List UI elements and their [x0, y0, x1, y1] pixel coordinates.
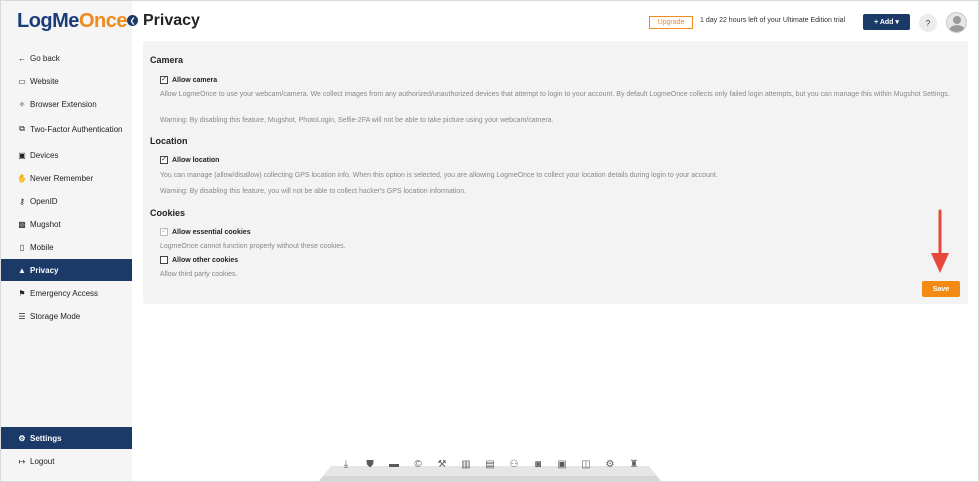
camera-section-title: Camera	[150, 55, 184, 65]
camera-description: Allow LogmeOnce to use your webcam/camer…	[160, 91, 950, 98]
allow-other-cookies-checkbox[interactable]	[160, 256, 168, 264]
sidebar-item-label: Website	[30, 76, 59, 86]
document-icon[interactable]: ▤	[483, 459, 497, 473]
add-dropdown-button[interactable]: + Add ▾	[863, 14, 910, 30]
sidebar-item-openid[interactable]: ⚷ OpenID	[1, 190, 132, 212]
red-arrow-annotation-icon	[931, 209, 949, 273]
allow-essential-cookies-label: Allow essential cookies	[172, 229, 251, 236]
sidebar-item-label: Mobile	[30, 242, 54, 252]
sidebar-item-label: Logout	[30, 456, 55, 466]
avatar-head-shape	[953, 16, 961, 24]
cards-icon[interactable]: ◫	[579, 459, 593, 473]
allow-camera-checkbox[interactable]: ✓	[160, 76, 168, 84]
sidebar: LogMeOnce ← Go back ▭ Website ✧ Browser …	[1, 1, 132, 481]
bottom-dock: ⤓ ⛊ ▬ © ⚒ ▥ ▤ ⚇ ◙ ▣ ◫ ⚙ ♜	[319, 456, 661, 481]
sidebar-item-settings[interactable]: ⚙ Settings	[1, 427, 132, 449]
dock-icon-row: ⤓ ⛊ ▬ © ⚒ ▥ ▤ ⚇ ◙ ▣ ◫ ⚙ ♜	[339, 459, 641, 473]
avatar-body-shape	[949, 25, 965, 32]
avatar[interactable]	[946, 12, 967, 33]
camera-warning: Warning: By disabling this feature, Mugs…	[160, 117, 554, 124]
allow-essential-cookies-checkbox: ✓	[160, 228, 168, 236]
app-window: LogMeOnce ← Go back ▭ Website ✧ Browser …	[0, 0, 979, 482]
arrow-left-icon: ←	[18, 53, 26, 63]
users-icon[interactable]: ⚇	[507, 459, 521, 473]
mobile-icon: ▯	[19, 242, 25, 252]
car-icon[interactable]: ◙	[531, 459, 545, 473]
monitor-phone-icon: ▣	[18, 150, 26, 160]
sidebar-item-browser-extension[interactable]: ✧ Browser Extension	[1, 93, 132, 115]
save-button[interactable]: Save	[922, 281, 960, 297]
sidebar-item-emergency-access[interactable]: ⚑ Emergency Access	[1, 282, 132, 304]
user-lock-icon: ▲	[18, 265, 26, 275]
sidebar-item-devices[interactable]: ▣ Devices	[1, 144, 132, 166]
help-button[interactable]: ?	[919, 14, 937, 32]
sidebar-item-label: Devices	[30, 150, 59, 160]
chevron-left-icon: ❮	[129, 17, 136, 25]
cookies-section-title: Cookies	[150, 208, 186, 218]
chart-icon[interactable]: ▥	[459, 459, 473, 473]
upgrade-button[interactable]: Upgrade	[649, 16, 693, 29]
sidebar-item-website[interactable]: ▭ Website	[1, 70, 132, 92]
sidebar-item-mugshot[interactable]: ▩ Mugshot	[1, 213, 132, 235]
sidebar-item-storage-mode[interactable]: ☰ Storage Mode	[1, 305, 132, 327]
sidebar-item-never-remember[interactable]: ✋ Never Remember	[1, 167, 132, 189]
window-icon: ▭	[18, 76, 26, 86]
allow-location-label[interactable]: Allow location	[172, 157, 219, 164]
sidebar-item-label: Two-Factor Authentication	[30, 124, 123, 134]
allow-other-cookies-label[interactable]: Allow other cookies	[172, 257, 238, 264]
collapse-sidebar-button[interactable]: ❮	[127, 15, 138, 26]
location-section-title: Location	[150, 136, 188, 146]
sidebar-item-two-factor[interactable]: ⧉ Two-Factor Authentication	[1, 118, 132, 140]
allow-camera-label[interactable]: Allow camera	[172, 77, 217, 84]
essential-cookies-description: LogmeOnce cannot function properly witho…	[160, 243, 346, 250]
shield-icon[interactable]: ⛊	[363, 459, 377, 473]
logo-text-part2: Once	[78, 10, 128, 32]
sidebar-item-label: Mugshot	[30, 219, 61, 229]
tools-icon[interactable]: ⚒	[435, 459, 449, 473]
puzzle-icon: ✧	[18, 99, 26, 109]
logo[interactable]: LogMeOnce	[17, 10, 127, 33]
sidebar-item-label: OpenID	[30, 196, 58, 206]
sidebar-item-label: Storage Mode	[30, 311, 81, 321]
database-icon: ☰	[18, 311, 26, 321]
gear-icon[interactable]: ⚙	[603, 459, 617, 473]
emergency-icon: ⚑	[18, 288, 26, 298]
key-icon: ⚷	[19, 196, 25, 206]
devices-icon: ⧉	[19, 124, 25, 133]
camera-icon: ▩	[18, 219, 26, 229]
allow-location-checkbox[interactable]: ✓	[160, 156, 168, 164]
sidebar-item-label: Never Remember	[30, 173, 94, 183]
sidebar-item-label: Emergency Access	[30, 288, 99, 298]
sidebar-item-label: Settings	[30, 433, 62, 443]
sidebar-item-label: Privacy	[30, 265, 59, 275]
logout-icon: ↦	[18, 456, 26, 466]
copyright-icon[interactable]: ©	[411, 459, 425, 473]
page-title: Privacy	[143, 12, 200, 29]
sidebar-item-mobile[interactable]: ▯ Mobile	[1, 236, 132, 258]
gear-icon: ⚙	[18, 433, 26, 443]
location-description: You can manage (allow/disallow) collecti…	[160, 172, 718, 179]
hand-icon: ✋	[17, 173, 27, 183]
sidebar-item-go-back[interactable]: ← Go back	[1, 47, 132, 69]
logo-text-part1: LogMe	[17, 10, 79, 32]
download-icon[interactable]: ⤓	[339, 459, 353, 473]
sidebar-item-label: Browser Extension	[30, 99, 97, 109]
photo-icon[interactable]: ▣	[555, 459, 569, 473]
sidebar-item-logout[interactable]: ↦ Logout	[1, 450, 132, 472]
location-warning: Warning: By disabling this feature, you …	[160, 188, 467, 195]
graduation-icon[interactable]: ♜	[627, 459, 641, 473]
other-cookies-description: Allow third party cookies.	[160, 271, 238, 278]
sidebar-item-privacy[interactable]: ▲ Privacy	[1, 259, 132, 281]
sidebar-item-label: Go back	[30, 53, 60, 63]
wallet-icon[interactable]: ▬	[387, 459, 401, 473]
trial-status-text: 1 day 22 hours left of your Ultimate Edi…	[700, 17, 846, 24]
